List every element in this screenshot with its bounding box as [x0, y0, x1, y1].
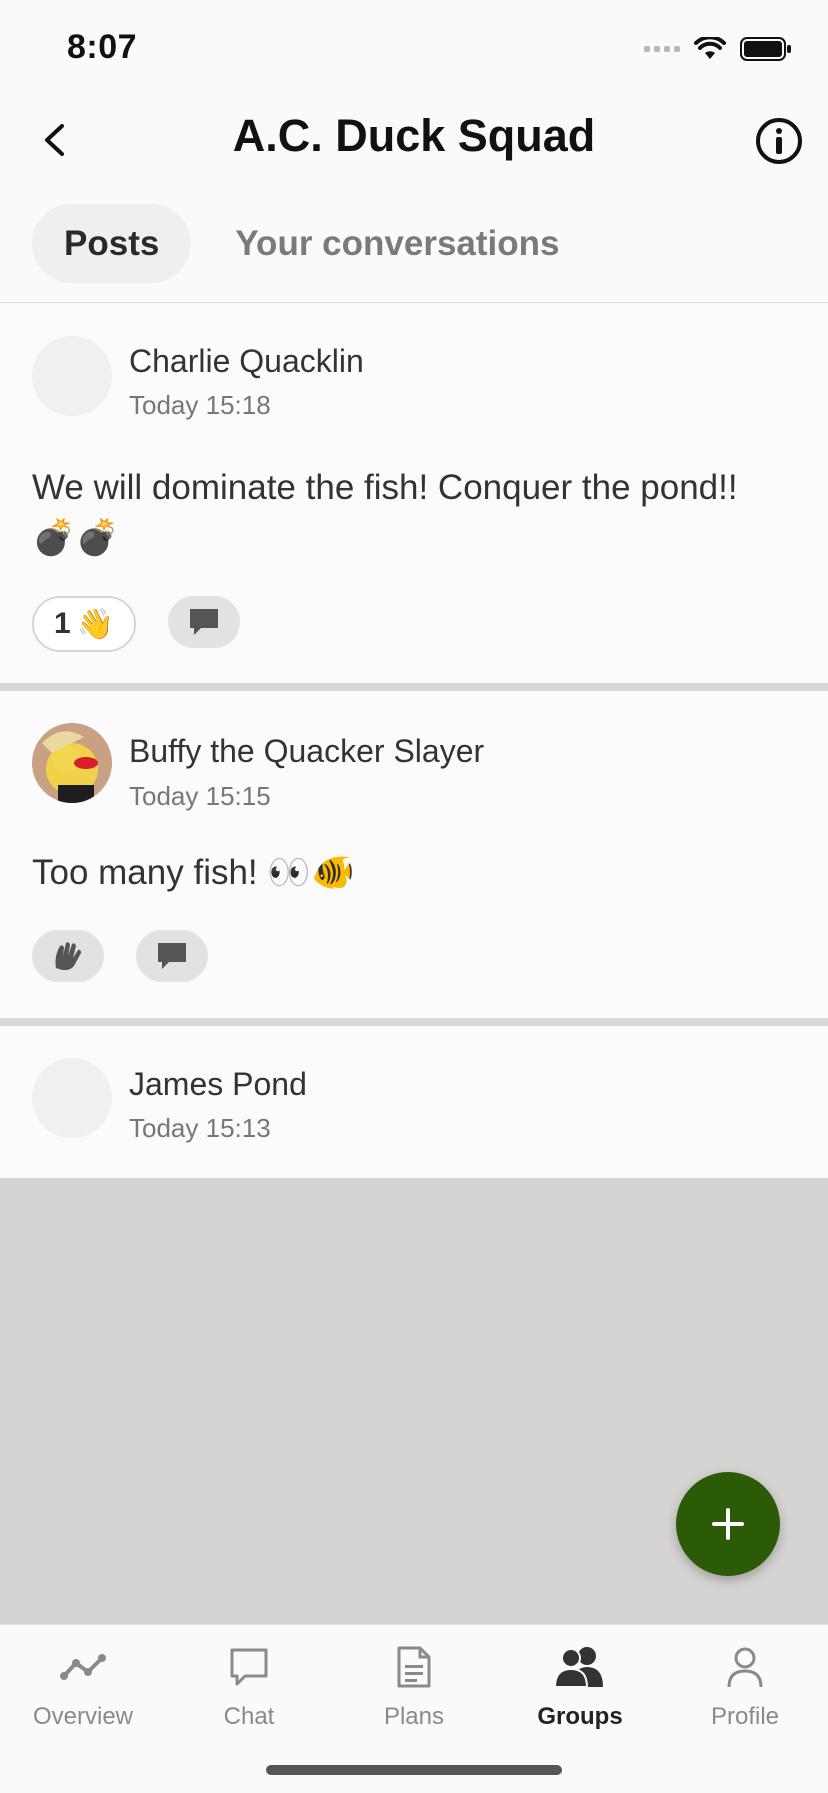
avatar[interactable] — [32, 723, 112, 803]
post-author[interactable]: James Pond — [129, 1066, 307, 1103]
clap-reaction-button[interactable]: 1 👋 — [32, 596, 136, 652]
groups-icon — [553, 1647, 603, 1688]
status-time: 8:07 — [67, 28, 138, 66]
page-title: A.C. Duck Squad — [232, 110, 596, 161]
post-separator — [0, 1018, 828, 1026]
plans-icon — [397, 1646, 431, 1688]
avatar[interactable] — [32, 1058, 112, 1138]
nav-label: Overview — [32, 1703, 134, 1730]
avatar[interactable] — [32, 336, 112, 416]
nav-profile[interactable]: Profile — [665, 1637, 825, 1731]
plus-icon — [712, 1508, 744, 1540]
nav-chat[interactable]: Chat — [169, 1637, 329, 1731]
status-indicators — [644, 36, 792, 62]
comment-icon — [190, 609, 218, 635]
post-text: Too many fish! 👀🐠 — [32, 853, 355, 892]
post-author[interactable]: Buffy the Quacker Slayer — [129, 733, 484, 770]
info-button[interactable] — [754, 116, 804, 166]
home-indicator — [266, 1765, 562, 1775]
wifi-icon — [694, 37, 726, 59]
wave-icon — [55, 942, 81, 971]
comment-icon — [158, 943, 186, 969]
comment-button[interactable] — [168, 596, 240, 648]
signal-icon — [644, 46, 680, 52]
nav-overview[interactable]: Overview — [3, 1637, 163, 1731]
nav-label: Chat — [223, 1703, 275, 1730]
overview-icon — [60, 1654, 106, 1680]
tab-your-conversations[interactable]: Your conversations — [223, 204, 571, 283]
nav-groups[interactable]: Groups — [500, 1637, 660, 1731]
post-card[interactable]: Buffy the Quacker Slayer Today 15:15 Too… — [0, 691, 828, 1018]
post-separator — [0, 683, 828, 691]
post-card[interactable]: James Pond Today 15:13 — [0, 1026, 828, 1178]
nav-label: Groups — [537, 1703, 623, 1730]
post-timestamp: Today 15:18 — [129, 390, 271, 420]
post-text: We will dominate the fish! Conquer the p… — [32, 468, 738, 557]
nav-label: Plans — [383, 1703, 445, 1730]
wave-icon: 👋 — [76, 607, 115, 641]
duck-avatar-icon — [32, 723, 112, 803]
post-timestamp: Today 15:15 — [129, 781, 271, 811]
header-area: 8:07 A.C. Duck Squad Posts Your conversa… — [0, 0, 828, 303]
profile-icon — [727, 1647, 763, 1688]
post-card[interactable]: Charlie Quacklin Today 15:18 We will dom… — [0, 303, 828, 683]
chat-icon — [230, 1648, 268, 1686]
post-timestamp: Today 15:13 — [129, 1113, 271, 1143]
tab-bar: Posts Your conversations — [32, 204, 571, 283]
tab-posts[interactable]: Posts — [32, 204, 192, 283]
add-post-button[interactable] — [676, 1472, 780, 1576]
nav-plans[interactable]: Plans — [334, 1637, 494, 1731]
clap-reaction-button[interactable] — [32, 930, 104, 982]
comment-button[interactable] — [136, 930, 208, 982]
info-icon — [756, 118, 802, 164]
battery-icon — [740, 37, 791, 61]
nav-label: Profile — [710, 1703, 780, 1730]
reaction-count: 1 — [53, 607, 71, 640]
post-author[interactable]: Charlie Quacklin — [129, 343, 364, 380]
